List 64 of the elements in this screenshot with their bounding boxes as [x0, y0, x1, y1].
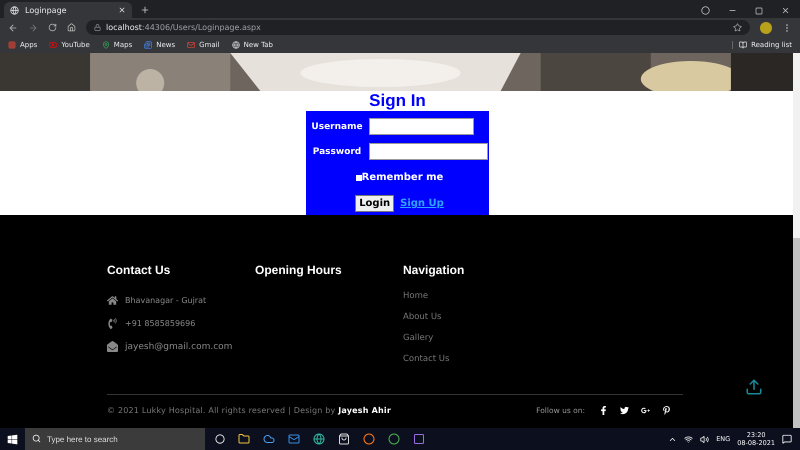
input-field[interactable]	[369, 118, 474, 135]
field-label: Password	[312, 146, 362, 156]
globe-icon[interactable]	[313, 433, 325, 445]
tab-title: Loginpage	[25, 6, 68, 14]
contact-text: +91 8585859696	[125, 319, 196, 328]
input-field[interactable]	[369, 143, 488, 160]
footer-heading: Navigation	[403, 263, 466, 277]
scrollbar-thumb[interactable]	[793, 238, 800, 428]
remember-label: Remember me	[362, 172, 444, 183]
home-icon[interactable]	[67, 23, 76, 32]
circle-icon[interactable]	[388, 433, 400, 445]
square-icon[interactable]	[413, 433, 425, 445]
taskbar-search-field[interactable]: Type here to search	[25, 428, 205, 450]
folder-icon[interactable]	[238, 433, 250, 445]
sign-in-title: Sign In	[369, 91, 426, 111]
speaker-icon[interactable]	[700, 434, 710, 444]
footer-heading: Contact Us	[107, 263, 172, 277]
contact-text: jayesh@gmail.com.com	[125, 342, 232, 352]
mail-icon	[187, 41, 196, 49]
field-label: Username	[310, 122, 364, 132]
address-bar[interactable]: localhost:44306/Users/Loginpage.aspx	[86, 20, 750, 35]
browser-tab[interactable]: Loginpage	[4, 2, 132, 18]
avatar[interactable]	[760, 22, 772, 34]
close-icon[interactable]	[118, 6, 126, 14]
notification-icon[interactable]	[782, 434, 792, 444]
grid-icon	[8, 41, 16, 49]
nav-link[interactable]: About Us	[403, 310, 551, 331]
twitter-icon[interactable]	[620, 406, 629, 414]
nav-link[interactable]: Contact Us	[403, 352, 551, 373]
contact-text: Bhavanagar - Gujrat	[125, 296, 206, 305]
map-pin-icon	[102, 41, 110, 49]
pinterest-icon[interactable]	[662, 406, 671, 414]
back-icon[interactable]	[8, 22, 18, 32]
bag-icon[interactable]	[338, 433, 350, 445]
forward-icon[interactable]	[28, 22, 38, 32]
home-icon	[107, 295, 118, 306]
plus-icon[interactable]	[140, 5, 150, 15]
mail-icon[interactable]	[288, 433, 300, 445]
circle-icon[interactable]	[363, 433, 375, 445]
windows-icon[interactable]	[7, 434, 18, 444]
book-icon	[739, 41, 748, 49]
newspaper-icon	[144, 41, 152, 49]
envelope-icon	[107, 341, 118, 352]
reload-icon[interactable]	[48, 23, 57, 32]
close-icon[interactable]	[781, 6, 790, 15]
globe-icon	[232, 41, 240, 49]
phone-icon	[107, 318, 118, 329]
star-icon[interactable]	[733, 23, 742, 32]
maximize-icon[interactable]	[755, 6, 763, 14]
nav-link[interactable]: Home	[403, 289, 551, 310]
footer-heading: Opening Hours	[255, 263, 343, 277]
upload-icon[interactable]	[745, 378, 763, 396]
cloud-icon[interactable]	[263, 433, 275, 445]
play-icon	[49, 41, 58, 49]
login-button[interactable]: Login	[355, 195, 394, 212]
lock-icon	[94, 24, 101, 31]
circle-icon	[701, 6, 710, 15]
wifi-icon[interactable]	[684, 434, 694, 444]
facebook-icon[interactable]	[599, 406, 608, 414]
nav-link[interactable]: Gallery	[403, 331, 551, 352]
google-plus-icon[interactable]	[641, 406, 650, 414]
copyright-text: © 2021 Lukky Hospital. All rights reserved | Design by Jayesh Ahir	[107, 406, 392, 414]
globe-icon	[10, 6, 19, 14]
remember-checkbox[interactable]	[356, 174, 362, 180]
